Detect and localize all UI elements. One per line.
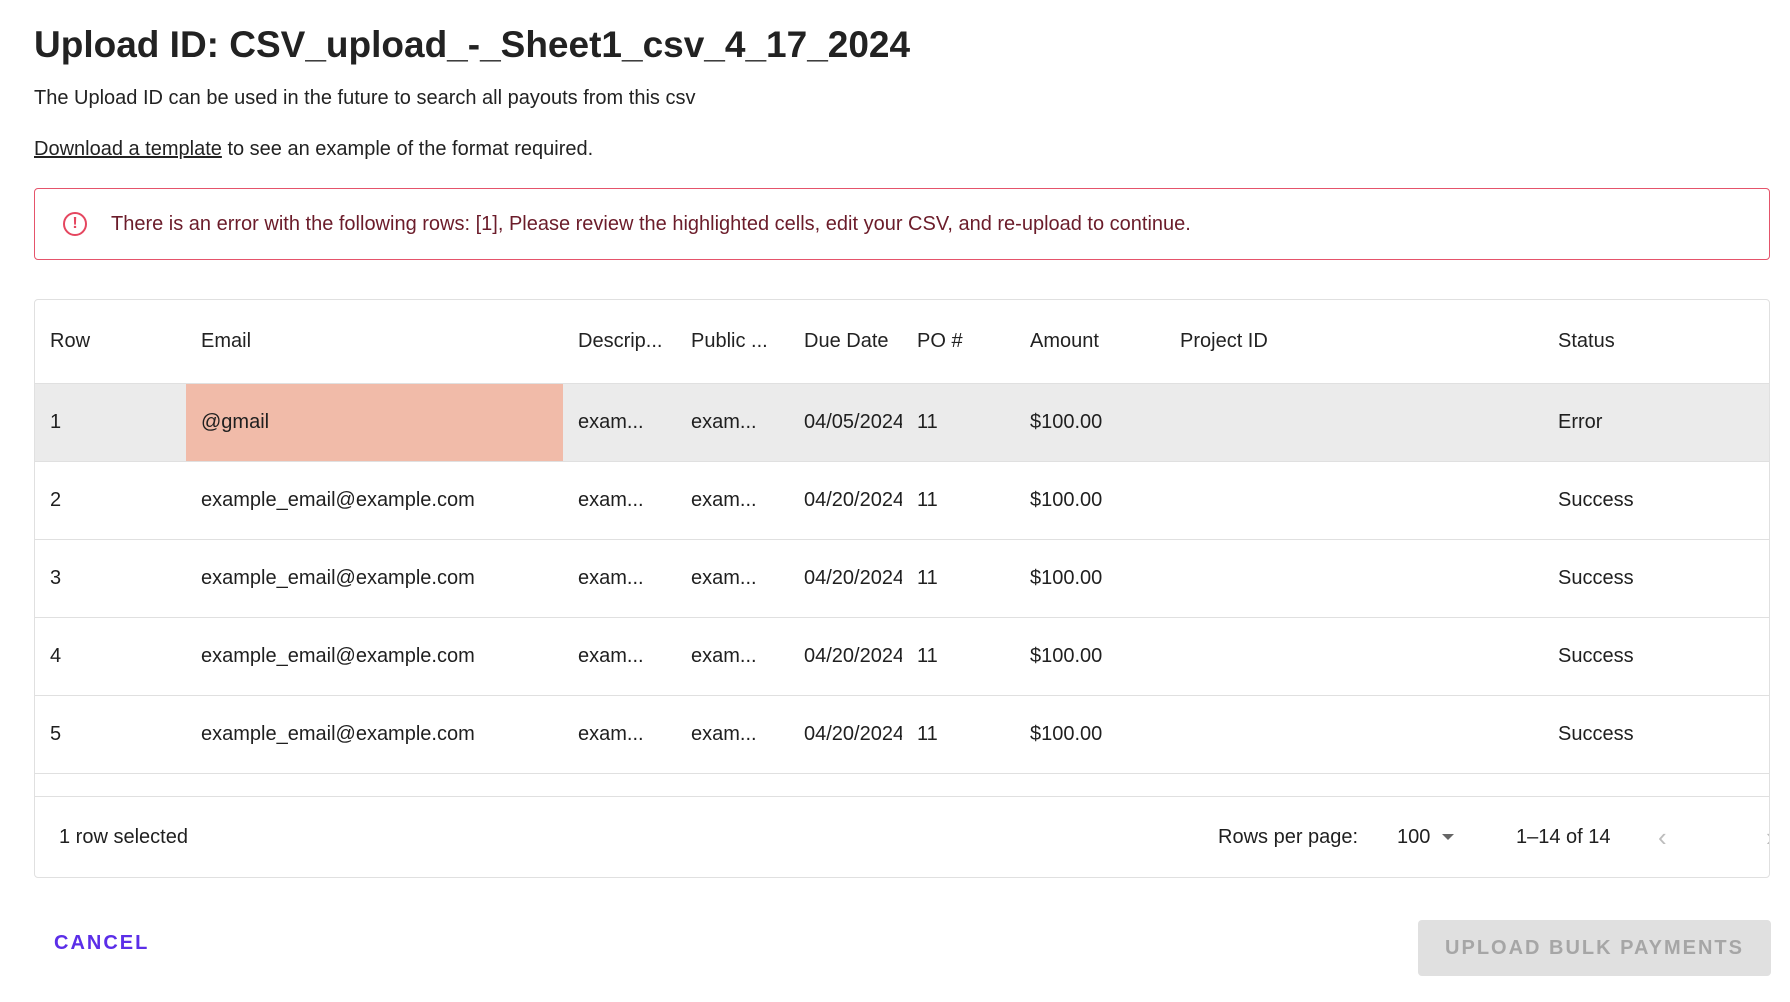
cell-due-date[interactable]: 04/05/2024 (789, 384, 902, 461)
cell-project-id[interactable] (1165, 540, 1542, 617)
cell-due-date[interactable]: 04/20/2024 (789, 696, 902, 773)
cell-po-number[interactable]: 11 (902, 618, 1015, 695)
rows-per-page-select[interactable]: 100 (1397, 825, 1455, 849)
cell-due-date[interactable]: 04/20/2024 (789, 540, 902, 617)
cell-po-number[interactable]: 11 (902, 696, 1015, 773)
page-title: Upload ID: CSV_upload_-_Sheet1_csv_4_17_… (34, 24, 911, 65)
cell-amount[interactable]: $100.00 (1015, 618, 1165, 695)
column-header-project-id[interactable]: Project ID (1165, 300, 1542, 383)
column-header-description[interactable]: Descrip... (563, 300, 676, 383)
cell-amount[interactable]: $100.00 (1015, 384, 1165, 461)
rows-per-page-value: 100 (1397, 825, 1431, 848)
table-row[interactable]: 4 example_email@example.com exam... exam...… (35, 618, 1769, 696)
cell-status[interactable]: Success (1543, 540, 1769, 617)
cell-project-id[interactable] (1165, 384, 1542, 461)
chevron-left-icon[interactable]: ‹ (1658, 822, 1667, 853)
cell-po-number[interactable]: 11 (902, 384, 1015, 461)
cell-email[interactable]: example_email@example.com (186, 462, 563, 539)
download-template-link[interactable]: Download a template (34, 138, 222, 160)
cell-description[interactable]: exam... (563, 462, 676, 539)
caret-down-icon (1442, 834, 1455, 840)
table-header: Row Email Descrip... Public ... Due Date… (35, 300, 1769, 384)
cell-email[interactable]: example_email@example.com (186, 618, 563, 695)
column-header-row[interactable]: Row (35, 300, 185, 383)
cell-description[interactable]: exam... (563, 540, 676, 617)
cell-po-number[interactable]: 11 (902, 540, 1015, 617)
upload-bulk-payments-button[interactable]: UPLOAD BULK PAYMENTS (1418, 920, 1771, 976)
cell-row-number[interactable]: 2 (35, 462, 185, 539)
cell-due-date[interactable]: 04/20/2024 (789, 462, 902, 539)
table-row[interactable]: 1 @gmail exam... exam... 04/05/2024 11 $100.00… (35, 384, 1769, 462)
cell-email[interactable]: @gmail (186, 384, 563, 461)
cell-due-date[interactable]: 04/20/2024 (789, 618, 902, 695)
table-row[interactable]: 3 example_email@example.com exam... exam...… (35, 540, 1769, 618)
cell-email[interactable]: example_email@example.com (186, 540, 563, 617)
column-header-public[interactable]: Public ... (676, 300, 789, 383)
cell-row-number[interactable]: 3 (35, 540, 185, 617)
cell-status[interactable]: Success (1543, 618, 1769, 695)
cell-email[interactable]: example_email@example.com (186, 696, 563, 773)
template-line: Download a template to see an example of… (34, 138, 593, 161)
cell-public[interactable]: exam... (676, 384, 789, 461)
cell-public[interactable]: exam... (676, 540, 789, 617)
cell-amount[interactable]: $100.00 (1015, 462, 1165, 539)
cell-po-number[interactable]: 11 (902, 462, 1015, 539)
cell-status[interactable]: Error (1543, 384, 1769, 461)
cell-public[interactable]: exam... (676, 462, 789, 539)
cell-row-number[interactable]: 1 (35, 384, 185, 461)
cell-project-id[interactable] (1165, 462, 1542, 539)
grid-footer: 1 row selected Rows per page: 100 1–14 o… (35, 796, 1769, 877)
cell-status[interactable]: Success (1543, 462, 1769, 539)
cell-amount[interactable]: $100.00 (1015, 696, 1165, 773)
cancel-button[interactable]: CANCEL (54, 932, 149, 955)
subtitle: The Upload ID can be used in the future … (34, 87, 696, 109)
column-header-email[interactable]: Email (186, 300, 563, 383)
data-grid: Row Email Descrip... Public ... Due Date… (34, 299, 1770, 878)
cell-public[interactable]: exam... (676, 696, 789, 773)
alert-message: There is an error with the following row… (111, 212, 1191, 235)
rows-per-page-label: Rows per page: (1218, 825, 1359, 848)
cell-public[interactable]: exam... (676, 618, 789, 695)
column-header-amount[interactable]: Amount (1015, 300, 1165, 383)
cell-description[interactable]: exam... (563, 696, 676, 773)
column-header-po[interactable]: PO # (902, 300, 1015, 383)
cell-description[interactable]: exam... (563, 384, 676, 461)
table-row[interactable]: 5 example_email@example.com exam... exam...… (35, 696, 1769, 774)
column-header-due-date[interactable]: Due Date (789, 300, 902, 383)
cell-project-id[interactable] (1165, 696, 1542, 773)
chevron-right-icon[interactable]: › (1766, 822, 1769, 853)
column-header-status[interactable]: Status (1543, 300, 1769, 383)
table-row[interactable]: 2 example_email@example.com exam... exam...… (35, 462, 1769, 540)
cell-row-number[interactable]: 4 (35, 618, 185, 695)
cell-status[interactable]: Success (1543, 696, 1769, 773)
template-text: to see an example of the format required… (221, 138, 594, 160)
cell-amount[interactable]: $100.00 (1015, 540, 1165, 617)
pagination-range: 1–14 of 14 (1516, 825, 1611, 848)
cell-description[interactable]: exam... (563, 618, 676, 695)
error-alert: ! There is an error with the following r… (34, 188, 1770, 260)
error-outline-icon: ! (63, 212, 87, 236)
selected-count: 1 row selected (59, 825, 188, 848)
cell-row-number[interactable]: 5 (35, 696, 185, 773)
cell-project-id[interactable] (1165, 618, 1542, 695)
